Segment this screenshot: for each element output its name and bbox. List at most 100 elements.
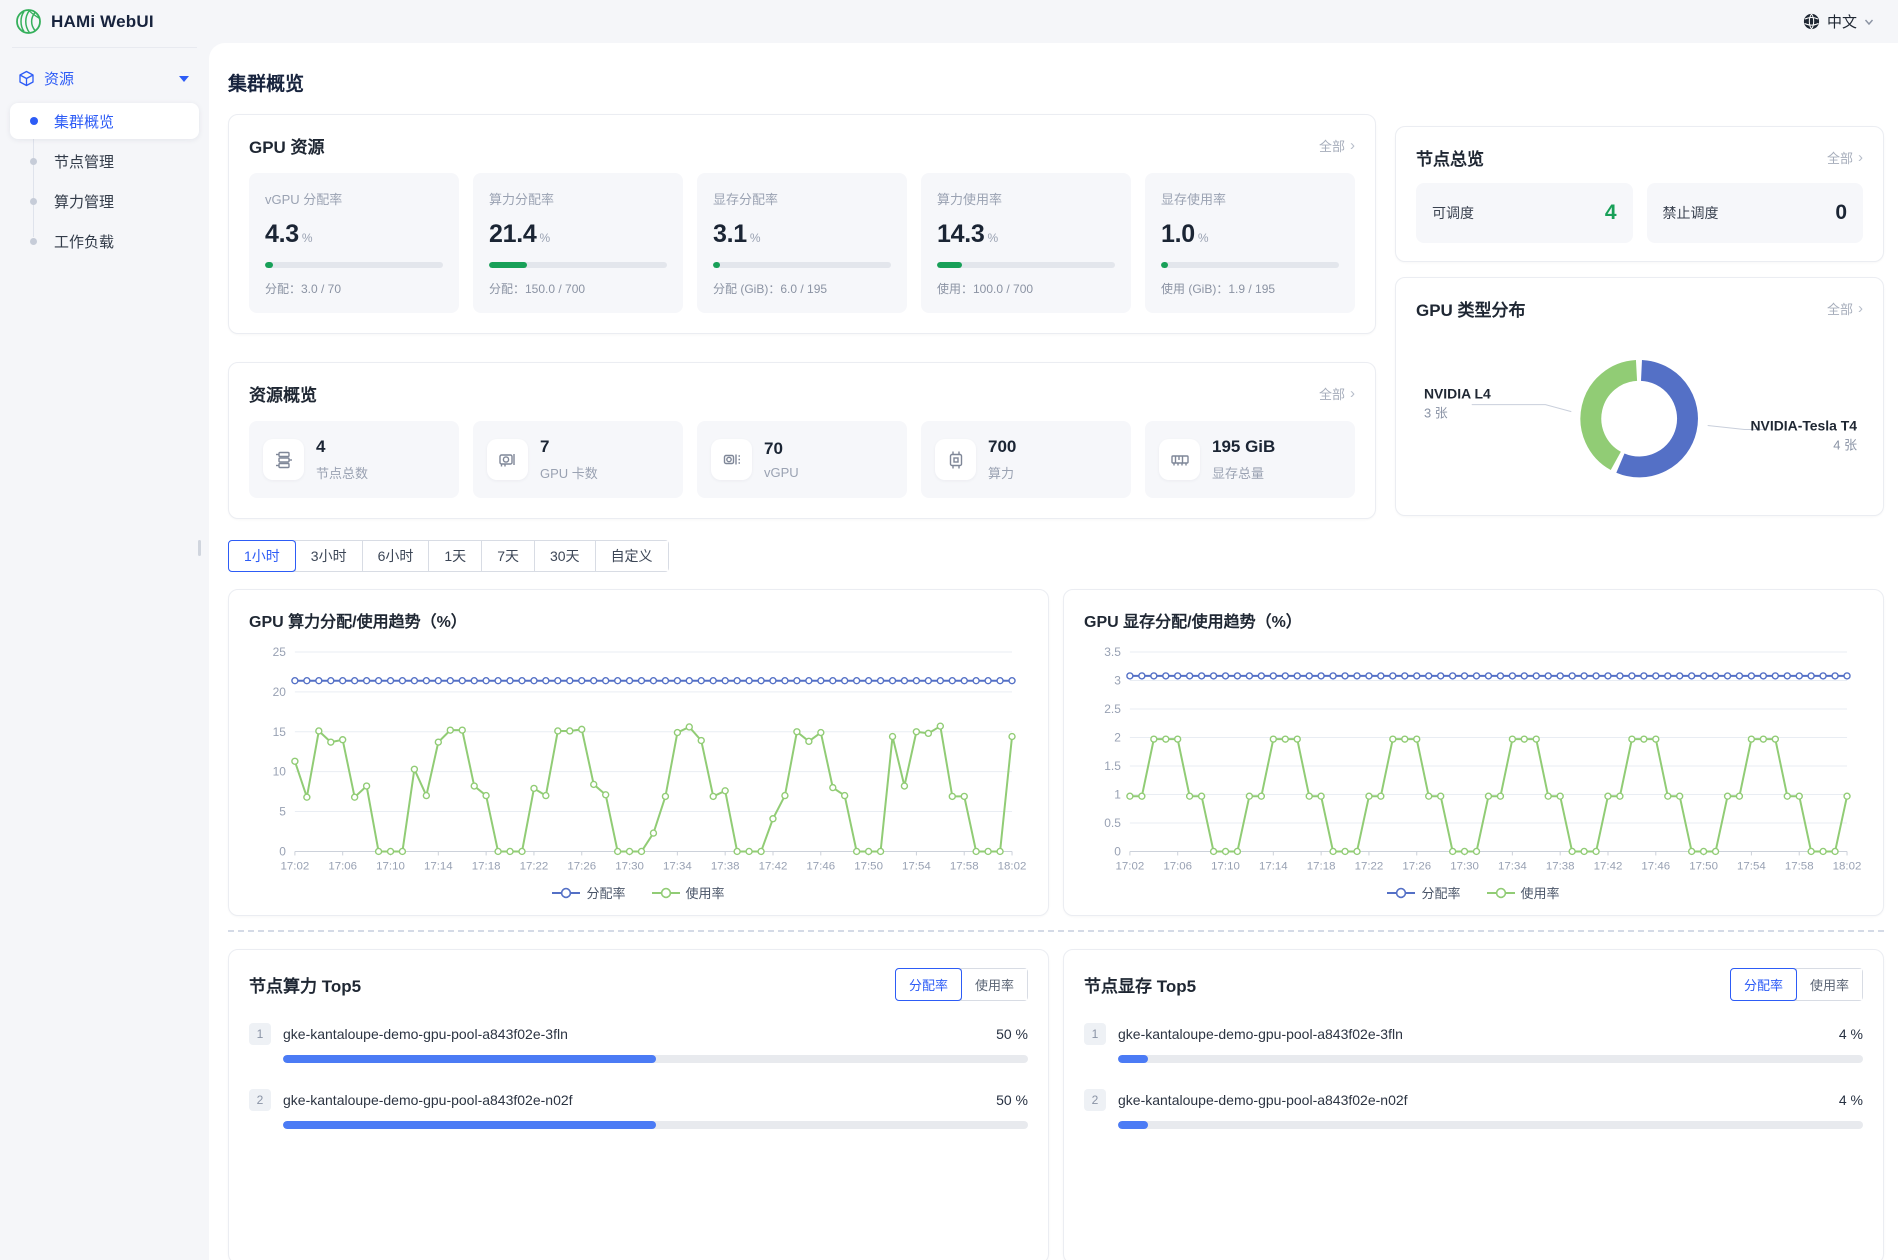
resource-item-gpu-cards: 7 GPU 卡数 [473, 421, 683, 498]
svg-text:17:46: 17:46 [1641, 860, 1670, 872]
node-name[interactable]: gke-kantaloupe-demo-gpu-pool-a843f02e-3f… [283, 1026, 984, 1042]
node-value: 4 % [1839, 1026, 1863, 1042]
schedulable-count: 4 [1605, 201, 1617, 225]
tab-1d[interactable]: 1天 [428, 541, 481, 571]
chevron-right-icon: › [1858, 150, 1863, 165]
gpu-card-icon [487, 439, 528, 480]
globe-icon [1803, 13, 1820, 30]
gpu-resources-view-all-link[interactable]: 全部› [1319, 136, 1355, 155]
progress-bar [489, 262, 667, 268]
node-name[interactable]: gke-kantaloupe-demo-gpu-pool-a843f02e-n0… [1118, 1092, 1827, 1108]
toggle-alloc-rate[interactable]: 分配率 [895, 968, 962, 1001]
svg-text:NVIDIA-Tesla T4: NVIDIA-Tesla T4 [1751, 418, 1858, 434]
svg-text:18:02: 18:02 [1833, 860, 1862, 872]
sidebar-item-compute-management[interactable]: 算力管理 [10, 183, 199, 219]
chart-legend: 分配率 使用率 [249, 883, 1028, 902]
stat-value: 3.1 [713, 220, 747, 249]
tab-3h[interactable]: 3小时 [295, 541, 362, 571]
gpu-type-distribution-title: GPU 类型分布 [1416, 296, 1526, 321]
svg-text:17:26: 17:26 [1402, 860, 1431, 872]
svg-text:17:18: 17:18 [472, 860, 501, 872]
resource-item-memory: 195 GiB 显存总量 [1145, 421, 1355, 498]
stat-value: 4.3 [265, 220, 299, 249]
progress-bar [1118, 1055, 1863, 1063]
unschedulable-stat: 禁止调度 0 [1647, 183, 1864, 243]
legend-line-icon [1487, 887, 1515, 899]
memory-trend-chart[interactable]: 00.511.522.533.517:0217:0617:1017:1417:1… [1084, 640, 1863, 881]
svg-text:17:54: 17:54 [902, 860, 931, 872]
svg-text:18:02: 18:02 [998, 860, 1027, 872]
resource-item-vgpu: 70 vGPU [697, 421, 907, 498]
legend-item[interactable]: 分配率 [552, 883, 625, 902]
gpu-type-view-all-link[interactable]: 全部› [1827, 299, 1863, 318]
gpu-type-donut-chart[interactable]: NVIDIA-Tesla T44 张NVIDIA L43 张 [1416, 327, 1863, 504]
node-memory-top5-card: 节点显存 Top5 分配率 使用率 1 gke-kantaloupe-demo-… [1063, 949, 1884, 1260]
node-overview-view-all-link[interactable]: 全部› [1827, 148, 1863, 167]
sidebar-items: 集群概览 节点管理 算力管理 工作负载 [10, 103, 199, 259]
svg-text:2: 2 [1114, 730, 1121, 744]
chevron-right-icon: › [1350, 138, 1355, 153]
compute-trend-card: GPU 算力分配/使用趋势（%） 051015202517:0217:0617:… [228, 589, 1049, 916]
tab-7d[interactable]: 7天 [481, 541, 534, 571]
legend-item[interactable]: 使用率 [1487, 883, 1560, 902]
tab-30d[interactable]: 30天 [534, 541, 595, 571]
stat-compute-alloc: 算力分配率 21.4% 分配：150.0 / 700 [473, 173, 683, 313]
node-compute-top5-card: 节点算力 Top5 分配率 使用率 1 gke-kantaloupe-demo-… [228, 949, 1049, 1260]
gpu-type-distribution-card: GPU 类型分布 全部› NVIDIA-Tesla T44 张NVIDIA L4… [1395, 277, 1884, 516]
timeline-dot [30, 198, 37, 205]
node-name[interactable]: gke-kantaloupe-demo-gpu-pool-a843f02e-n0… [283, 1092, 984, 1108]
svg-text:20: 20 [273, 685, 287, 699]
progress-bar [265, 262, 443, 268]
memory-trend-title: GPU 显存分配/使用趋势（%） [1084, 608, 1863, 632]
stat-sub-label: 使用：100.0 / 700 [937, 280, 1115, 297]
memory-trend-card: GPU 显存分配/使用趋势（%） 00.511.522.533.517:0217… [1063, 589, 1884, 916]
time-range-tabs: 1小时 3小时 6小时 1天 7天 30天 自定义 [228, 540, 669, 572]
legend-item[interactable]: 分配率 [1387, 883, 1460, 902]
legend-line-icon [652, 887, 680, 899]
chevron-right-icon: › [1858, 301, 1863, 316]
rank-badge: 2 [249, 1089, 271, 1111]
svg-text:17:02: 17:02 [281, 860, 310, 872]
progress-bar [1118, 1121, 1863, 1129]
resource-overview-view-all-link[interactable]: 全部› [1319, 384, 1355, 403]
top5-item: 2 gke-kantaloupe-demo-gpu-pool-a843f02e-… [249, 1089, 1028, 1129]
svg-text:17:54: 17:54 [1737, 860, 1766, 872]
svg-text:0.5: 0.5 [1104, 816, 1121, 830]
progress-bar [283, 1121, 1028, 1129]
gpu-stats-row: vGPU 分配率 4.3% 分配：3.0 / 70 算力分配率 21.4% 分配… [249, 173, 1355, 313]
cube-icon [18, 70, 35, 87]
svg-text:17:06: 17:06 [1163, 860, 1192, 872]
main-panel: 集群概览 GPU 资源 全部› vGPU 分配率 4.3% 分配：3.0 / 7… [209, 43, 1898, 1260]
node-name[interactable]: gke-kantaloupe-demo-gpu-pool-a843f02e-3f… [1118, 1026, 1827, 1042]
svg-text:17:30: 17:30 [1450, 860, 1479, 872]
tab-1h[interactable]: 1小时 [228, 540, 296, 572]
sidebar-collapse-handle[interactable] [198, 540, 201, 556]
svg-text:17:06: 17:06 [328, 860, 357, 872]
svg-text:3: 3 [1114, 673, 1121, 687]
svg-text:17:18: 17:18 [1307, 860, 1336, 872]
top5-item: 1 gke-kantaloupe-demo-gpu-pool-a843f02e-… [1084, 1023, 1863, 1063]
sidebar-item-workloads[interactable]: 工作负载 [10, 223, 199, 259]
svg-text:17:50: 17:50 [854, 860, 883, 872]
toggle-usage-rate[interactable]: 使用率 [1796, 969, 1862, 1000]
vgpu-icon [711, 439, 752, 480]
node-memory-top5-title: 节点显存 Top5 [1084, 972, 1196, 997]
stat-compute-usage: 算力使用率 14.3% 使用：100.0 / 700 [921, 173, 1131, 313]
svg-text:15: 15 [273, 725, 287, 739]
toggle-alloc-rate[interactable]: 分配率 [1730, 968, 1797, 1001]
sidebar-item-node-management[interactable]: 节点管理 [10, 143, 199, 179]
compute-trend-chart[interactable]: 051015202517:0217:0617:1017:1417:1817:22… [249, 640, 1028, 881]
caret-down-icon[interactable] [179, 76, 189, 82]
compute-icon [935, 439, 976, 480]
svg-text:1.5: 1.5 [1104, 759, 1121, 773]
sidebar-item-label: 节点管理 [54, 151, 114, 172]
legend-item[interactable]: 使用率 [652, 883, 725, 902]
svg-text:0: 0 [279, 844, 286, 858]
tab-custom[interactable]: 自定义 [595, 541, 668, 571]
language-selector[interactable]: 中文 [1803, 11, 1898, 32]
sidebar-item-cluster-overview[interactable]: 集群概览 [10, 103, 199, 139]
sidebar-group-resources[interactable]: 资源 [10, 62, 199, 95]
svg-text:25: 25 [273, 645, 287, 659]
tab-6h[interactable]: 6小时 [362, 541, 429, 571]
toggle-usage-rate[interactable]: 使用率 [961, 969, 1027, 1000]
